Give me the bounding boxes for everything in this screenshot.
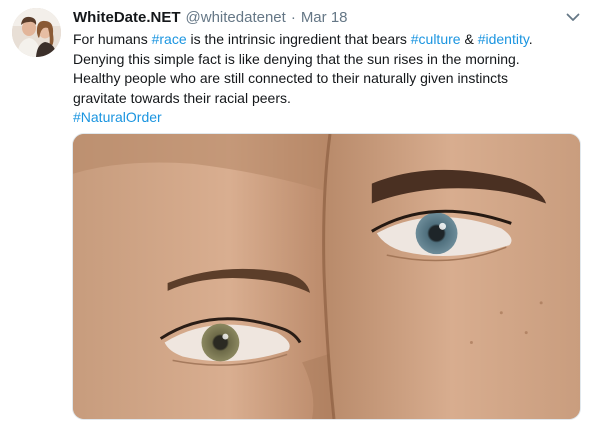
hashtag-link[interactable]: #NaturalOrder [73, 109, 162, 125]
tweet-menu-button[interactable] [563, 7, 583, 27]
tweet-date[interactable]: Mar 18 [301, 9, 348, 27]
tweet-text-segment: is the intrinsic ingredient that bears [186, 31, 411, 47]
avatar-photo-icon [12, 8, 61, 57]
tweet-text-segment: gravitate towards their racial peers. [73, 89, 291, 106]
tweet-text-line: gravitate towards their racial peers. [73, 89, 583, 109]
tweet-text: For humans #race is the intrinsic ingred… [73, 30, 583, 128]
tweet-text-segment: & [460, 31, 478, 47]
author-handle[interactable]: @whitedatenet [186, 9, 286, 27]
tweet-header: WhiteDate.NET @whitedatenet · Mar 18 [73, 9, 348, 27]
hashtag-link[interactable]: #culture [411, 31, 461, 47]
photo-two-faces-eyes-icon [73, 134, 580, 419]
author-display-name[interactable]: WhiteDate.NET [73, 9, 181, 27]
tweet-media-photo[interactable] [72, 133, 581, 420]
tweet-card: WhiteDate.NET @whitedatenet · Mar 18 For… [0, 0, 595, 429]
tweet-text-line: For humans #race is the intrinsic ingred… [73, 30, 583, 50]
hashtag-link[interactable]: #identity [478, 31, 529, 47]
header-separator: · [290, 9, 296, 26]
author-avatar[interactable] [12, 8, 61, 57]
hashtag-link[interactable]: #race [152, 31, 187, 47]
tweet-text-line: Healthy people who are still connected t… [73, 69, 583, 89]
tweet-text-line: #NaturalOrder [73, 108, 583, 128]
chevron-down-icon [566, 13, 580, 21]
tweet-text-line: Denying this simple fact is like denying… [73, 50, 583, 70]
tweet-text-segment: Denying this simple fact is like denying… [73, 50, 520, 67]
tweet-text-segment: For humans [73, 31, 152, 47]
tweet-text-segment: Healthy people who are still connected t… [73, 70, 509, 86]
tweet-text-segment: . [528, 31, 533, 47]
